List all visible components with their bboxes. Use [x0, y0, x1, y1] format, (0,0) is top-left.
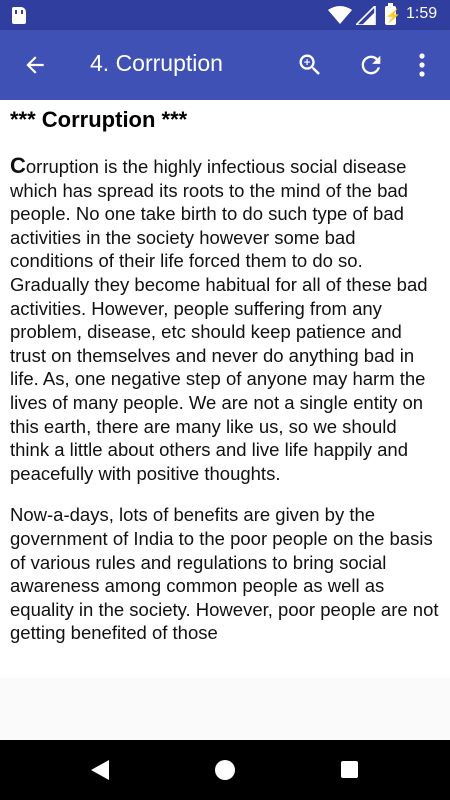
paragraph-text: orruption is the highly infectious socia… — [10, 156, 428, 484]
zoom-in-icon[interactable] — [296, 51, 324, 79]
paragraph-text: Now-a-days, lots of benefits are given b… — [10, 504, 439, 644]
system-nav-bar — [0, 740, 450, 800]
sd-card-icon — [12, 7, 26, 24]
drop-cap: C — [10, 153, 26, 178]
article-heading: *** Corruption *** — [10, 107, 188, 132]
wifi-icon — [328, 6, 352, 24]
article-content[interactable]: *** Corruption *** Corruption is the hig… — [0, 100, 450, 678]
status-bar: ⚡ 1:59 — [0, 0, 450, 30]
refresh-icon[interactable] — [357, 51, 385, 79]
app-bar: 4. Corruption — [0, 30, 450, 100]
article-paragraph: Corruption is the highly infectious soci… — [10, 154, 440, 485]
page-title: 4. Corruption — [90, 50, 223, 76]
battery-charging-glyph: ⚡ — [385, 8, 402, 23]
status-time: 1:59 — [406, 5, 438, 22]
more-vert-icon[interactable] — [412, 51, 432, 79]
battery-charging-icon: ⚡ — [385, 3, 402, 25]
article-paragraph: Now-a-days, lots of benefits are given b… — [10, 503, 440, 645]
back-triangle-icon[interactable] — [89, 758, 111, 782]
recents-square-icon[interactable] — [341, 761, 358, 778]
home-circle-icon[interactable] — [215, 760, 235, 780]
back-arrow-icon[interactable] — [22, 52, 48, 78]
cell-signal-icon — [356, 6, 376, 25]
